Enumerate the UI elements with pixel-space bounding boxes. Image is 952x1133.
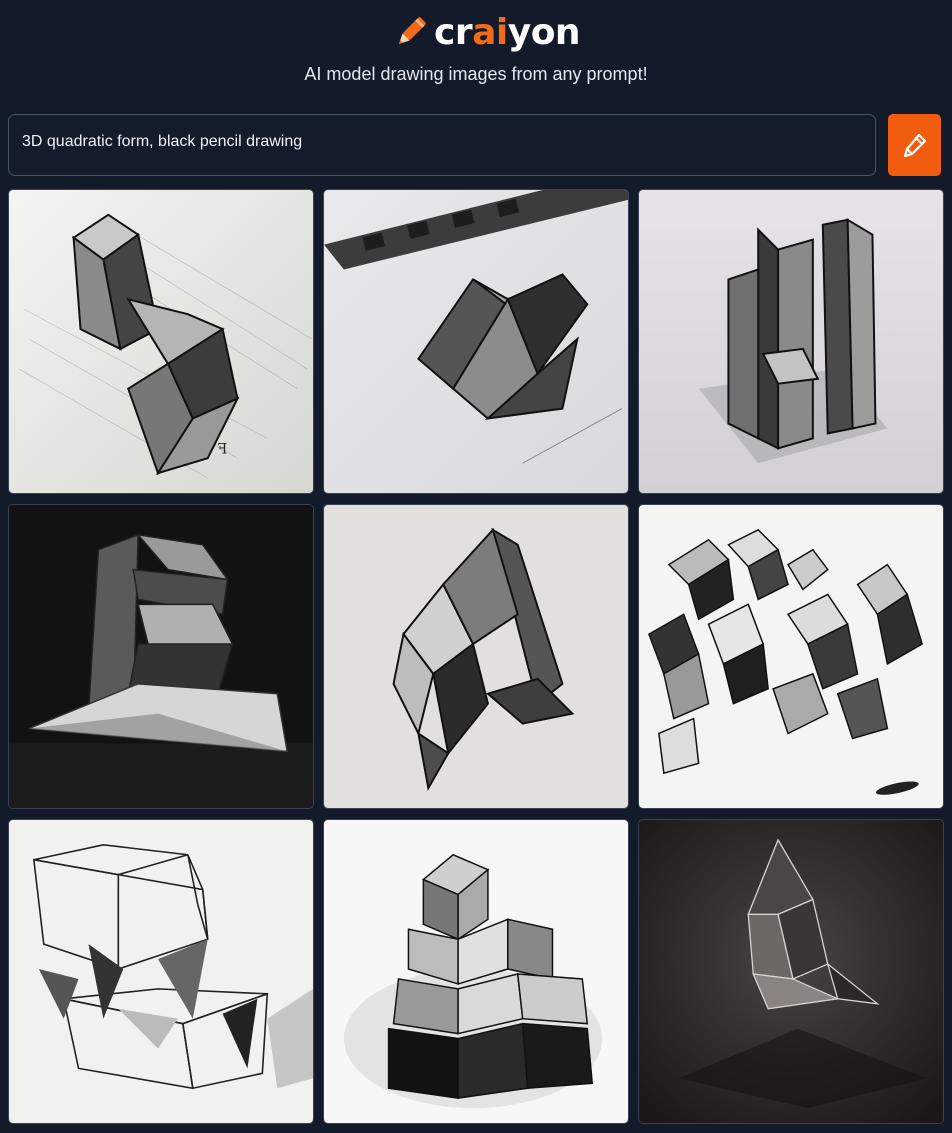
prompt-container (8, 114, 876, 176)
result-image-8[interactable] (323, 819, 629, 1124)
drawing-image (324, 505, 628, 808)
drawing-image (9, 820, 313, 1123)
drawing-image (324, 820, 628, 1123)
result-image-1[interactable]: ꟻ (8, 189, 314, 494)
crayon-logo-icon (398, 17, 426, 45)
result-image-5[interactable] (323, 504, 629, 809)
drawing-image (9, 505, 313, 808)
prompt-input[interactable] (22, 115, 875, 175)
drawing-image (639, 820, 943, 1123)
result-image-3[interactable] (638, 189, 944, 494)
result-image-6[interactable] (638, 504, 944, 809)
header: craiyon AI model drawing images from any… (0, 0, 952, 110)
tagline: AI model drawing images from any prompt! (304, 64, 648, 84)
drawing-image (324, 190, 628, 493)
craiyon-logo[interactable]: craiyon (392, 10, 581, 54)
drawing-image (639, 505, 943, 808)
result-image-7[interactable] (8, 819, 314, 1124)
svg-text:ꟻ: ꟻ (218, 441, 228, 457)
logo-text: craiyon (434, 11, 581, 53)
result-image-2[interactable] (323, 189, 629, 494)
draw-button[interactable] (888, 114, 941, 176)
drawing-image (639, 190, 943, 493)
result-image-4[interactable] (8, 504, 314, 809)
result-image-9[interactable] (638, 819, 944, 1124)
results-grid: ꟻ (8, 189, 944, 1125)
pencil-icon (903, 133, 926, 158)
drawing-image: ꟻ (9, 190, 313, 493)
